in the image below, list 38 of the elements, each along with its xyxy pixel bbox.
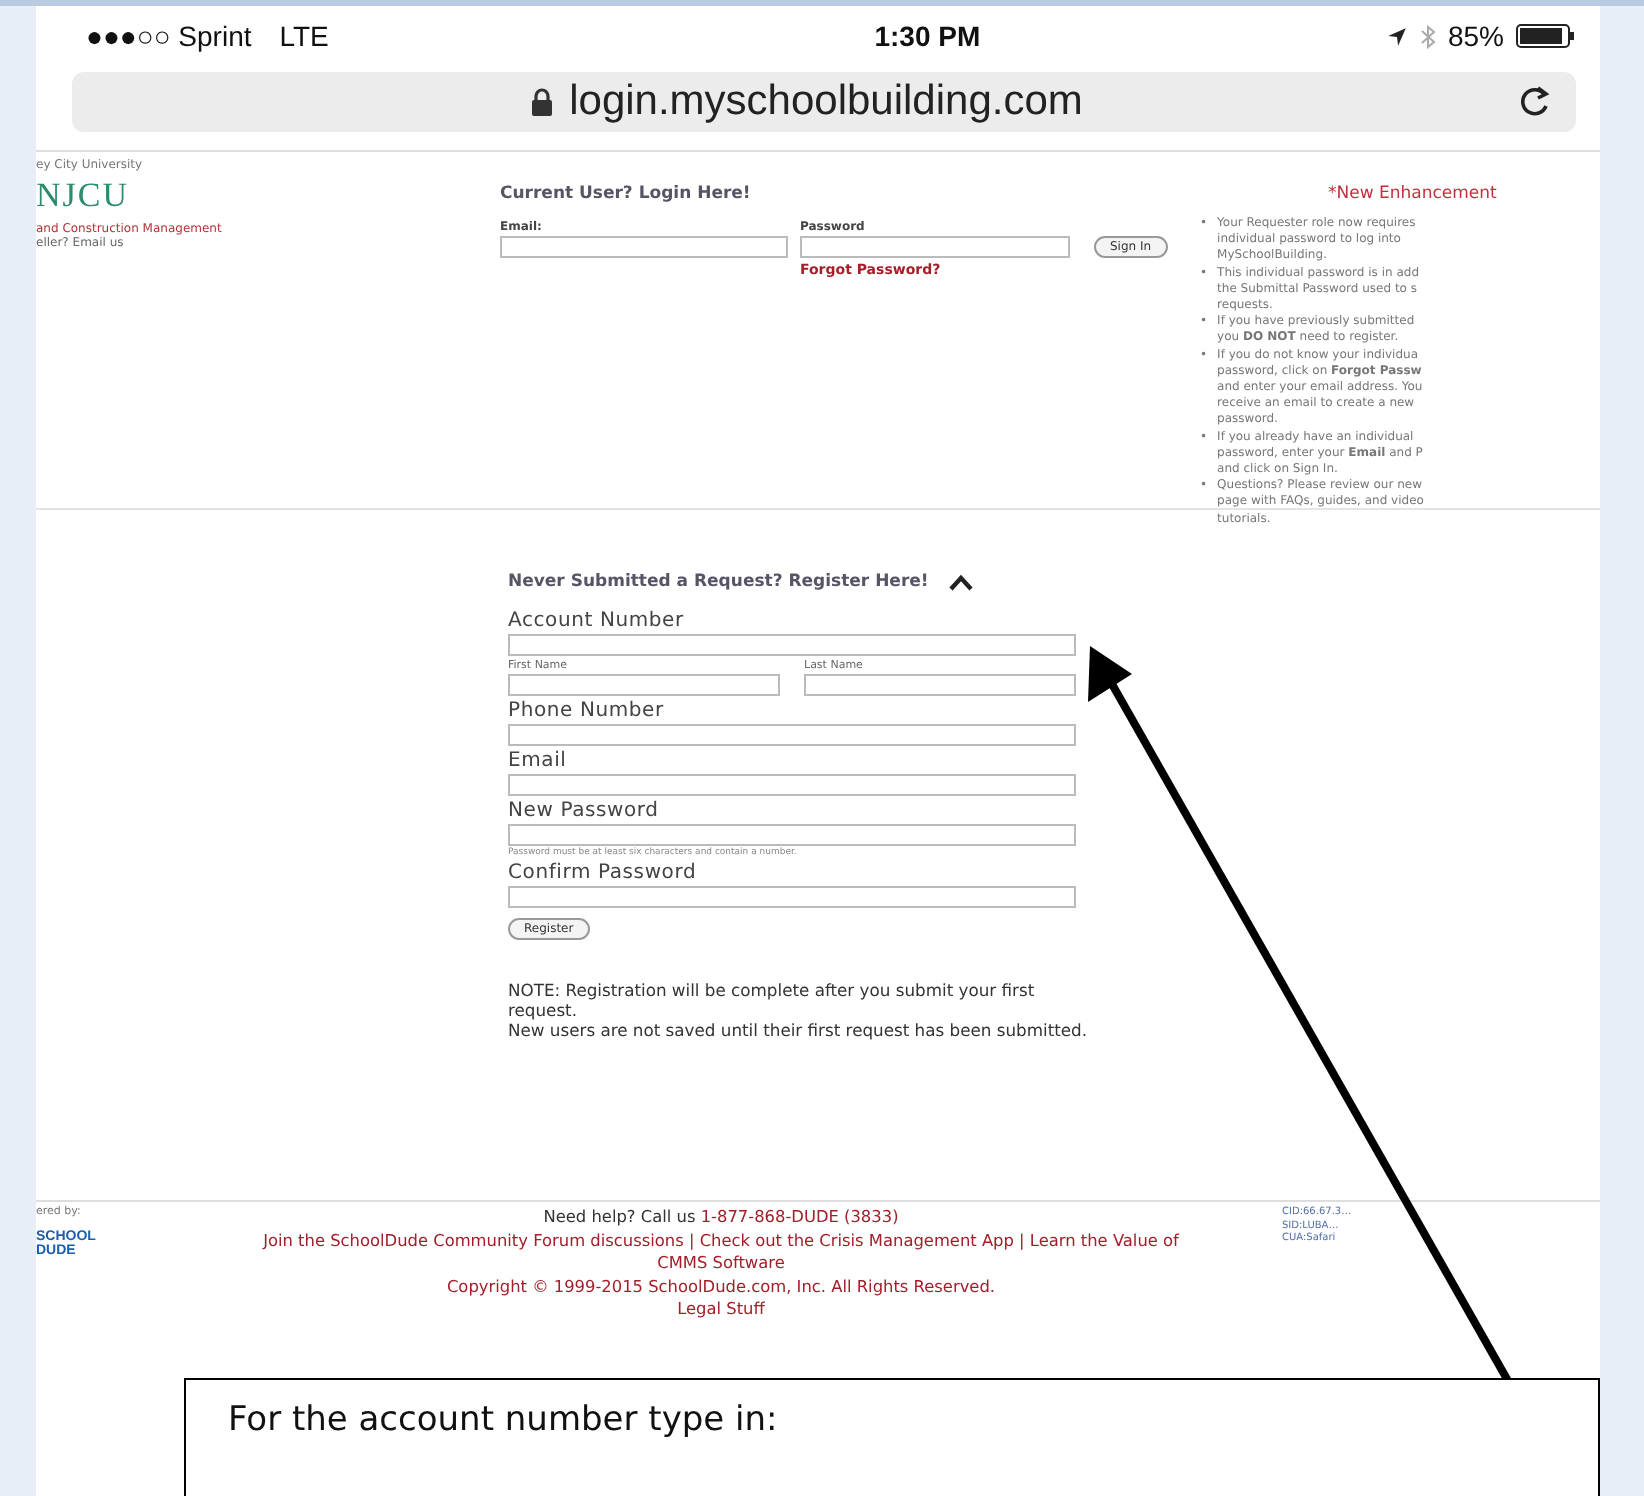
carrier-text: ●●●○○ Sprint [86,20,252,52]
battery-icon [1516,24,1576,48]
enhancement-heading: *New Enhancement [1328,184,1499,204]
callout-text: For the account number type in: [228,1400,778,1440]
field-label: Phone Number [508,700,666,722]
battery-text: 85% [1447,20,1504,52]
password-field[interactable] [800,236,1070,258]
input-field[interactable] [804,674,1076,696]
input-field[interactable] [508,824,1076,846]
collapse-caret-icon[interactable] [948,573,975,591]
register-heading: Never Submitted a Request? Register Here! [508,572,929,592]
bluetooth-icon [1419,23,1436,49]
network-text: LTE [279,20,329,52]
input-field[interactable] [508,724,1076,746]
url-text: login.myschoolbuilding.com [569,78,1083,126]
note-text: NOTE: Registration will be complete after you submit your first request. [508,980,1037,1020]
field-label: Account Number [508,610,686,632]
location-icon [1385,25,1408,47]
footer-links[interactable]: Join the SchoolDude Community Forum discussions | Check out the Crisis Management App | Learn the Value of CMMS Software [241,1229,1201,1275]
reload-icon[interactable] [1516,84,1552,120]
clock-text: 1:30 PM [872,20,981,52]
login-heading: Current User? Login Here! [500,184,753,204]
input-field[interactable] [508,674,780,696]
input-field[interactable] [508,774,1076,796]
note-text: New users are not saved until their first request has been submitted. [508,1020,1090,1040]
field-label: Email [508,750,569,772]
address-bar[interactable]: login.myschoolbuilding.com [72,72,1576,132]
university-logo: NJCU [36,176,132,216]
legal-link[interactable]: Legal Stuff [677,1298,765,1321]
phone-link[interactable]: 1-877-868-DUDE (3833) [700,1206,899,1226]
lock-icon [529,88,554,116]
input-field[interactable] [508,634,1076,656]
help-text: Need help? Call us 1-877-868-DUDE (3833) [543,1206,899,1229]
copyright-text: Copyright © 1999-2015 SchoolDude.com, Inc. All Rights Reserved. [446,1275,996,1298]
email-field[interactable] [500,236,788,258]
input-field[interactable] [508,886,1076,908]
field-label: Confirm Password [508,862,699,884]
field-label: New Password [508,800,661,822]
